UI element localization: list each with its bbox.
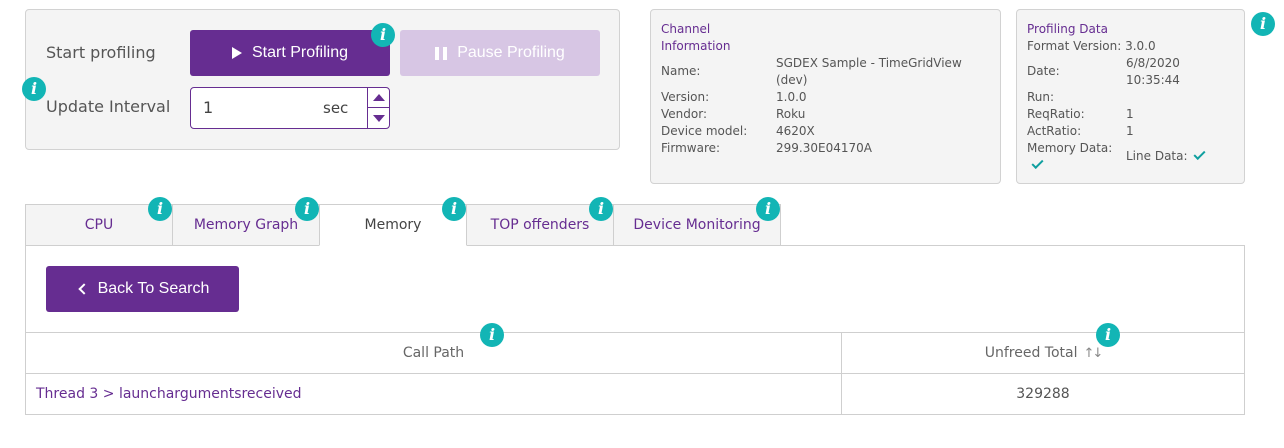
chevron-left-icon <box>77 283 90 295</box>
update-interval-label: Update Interval <box>46 97 171 116</box>
tab-memory-label: Memory <box>364 217 422 233</box>
vendor-value: Roku <box>776 107 806 121</box>
info-icon[interactable]: i <box>22 77 46 101</box>
name-value-line1: SGDEX Sample - TimeGridView <box>776 56 962 70</box>
column-header-call-path-label: Call Path <box>402 345 465 361</box>
info-icon[interactable]: i <box>1251 12 1275 36</box>
start-profiling-label: Start profiling <box>46 43 156 62</box>
back-to-search-label: Back To Search <box>97 280 210 297</box>
decrement-button[interactable] <box>368 108 389 128</box>
memory-data-key: Memory Data: <box>1027 141 1113 155</box>
update-interval-unit: sec <box>323 99 349 117</box>
info-icon[interactable]: i <box>295 197 319 221</box>
column-header-call-path[interactable]: Call Path <box>26 333 841 373</box>
vendor-key: Vendor: <box>661 107 707 121</box>
sort-icon[interactable]: ↑↓ <box>1083 346 1103 361</box>
start-profiling-button-label: Start Profiling <box>251 44 349 61</box>
firmware-value: 299.30E04170A <box>776 141 872 155</box>
column-header-unfreed-total-label: Unfreed Total <box>984 345 1078 361</box>
info-icon[interactable]: i <box>148 197 172 221</box>
increment-button[interactable] <box>368 88 389 108</box>
profiling-data-title: Profiling Data <box>1027 22 1108 36</box>
unfreed-total-cell: 329288 <box>1016 386 1070 402</box>
date-value-line2: 10:35:44 <box>1126 73 1180 87</box>
line-data-key: Line Data: <box>1126 149 1188 163</box>
info-icon[interactable]: i <box>756 197 780 221</box>
act-ratio-key: ActRatio: <box>1027 124 1082 138</box>
line-data-check-icon <box>1193 147 1206 161</box>
update-interval-value[interactable]: 1 <box>203 98 213 117</box>
run-key: Run: <box>1027 90 1055 104</box>
name-key: Name: <box>661 64 701 78</box>
info-icon[interactable]: i <box>442 197 466 221</box>
tab-top-offenders-label: TOP offenders <box>490 217 590 233</box>
update-interval-stepper[interactable]: 1 sec <box>190 87 390 129</box>
device-model-value: 4620X <box>776 124 815 138</box>
info-icon[interactable]: i <box>480 323 504 347</box>
tab-cpu-label: CPU <box>84 217 114 233</box>
info-icon[interactable]: i <box>1096 323 1120 347</box>
memory-tab-content: Back To Search Call Path Unfreed Total ↑… <box>25 245 1245 415</box>
firmware-key: Firmware: <box>661 141 721 155</box>
profiling-data-panel: Profiling Data Format Version: 3.0.0 Dat… <box>1016 9 1245 184</box>
memory-data-check-icon <box>1031 156 1044 170</box>
pause-profiling-button-label: Pause Profiling <box>457 44 565 61</box>
interval-spinner <box>367 88 389 128</box>
device-model-key: Device model: <box>661 124 748 138</box>
format-version: Format Version: 3.0.0 <box>1027 39 1156 53</box>
req-ratio-value: 1 <box>1126 107 1134 121</box>
profiling-controls-panel: Start profiling Start Profiling Pause Pr… <box>25 9 620 150</box>
act-ratio-value: 1 <box>1126 124 1134 138</box>
name-value-line2: (dev) <box>776 73 808 87</box>
info-icon[interactable]: i <box>589 197 613 221</box>
version-key: Version: <box>661 90 710 104</box>
start-profiling-button[interactable]: Start Profiling <box>190 30 390 76</box>
req-ratio-key: ReqRatio: <box>1027 107 1085 121</box>
tab-device-monitoring-label: Device Monitoring <box>633 217 761 233</box>
arrow-down-icon <box>372 114 385 122</box>
info-icon[interactable]: i <box>371 23 395 47</box>
call-path-cell[interactable]: Thread 3 > launchargumentsreceived <box>36 374 836 414</box>
date-key: Date: <box>1027 64 1060 78</box>
tab-memory-graph-label: Memory Graph <box>193 217 299 233</box>
channel-information-panel: Channel Information Name: SGDEX Sample -… <box>650 9 1001 184</box>
arrow-up-icon <box>372 94 385 101</box>
column-header-unfreed-total[interactable]: Unfreed Total ↑↓ <box>842 333 1244 373</box>
date-value-line1: 6/8/2020 <box>1126 56 1180 70</box>
channel-title-line1: Channel <box>661 22 711 36</box>
table-row[interactable]: Thread 3 > launchargumentsreceived 32928… <box>26 374 1244 414</box>
play-icon <box>231 47 242 59</box>
channel-title-line2: Information <box>661 39 731 53</box>
table-header: Call Path Unfreed Total ↑↓ <box>26 332 1244 374</box>
version-value: 1.0.0 <box>776 90 807 104</box>
back-to-search-button[interactable]: Back To Search <box>46 266 239 312</box>
pause-icon <box>435 46 448 60</box>
pause-profiling-button[interactable]: Pause Profiling <box>400 30 600 76</box>
